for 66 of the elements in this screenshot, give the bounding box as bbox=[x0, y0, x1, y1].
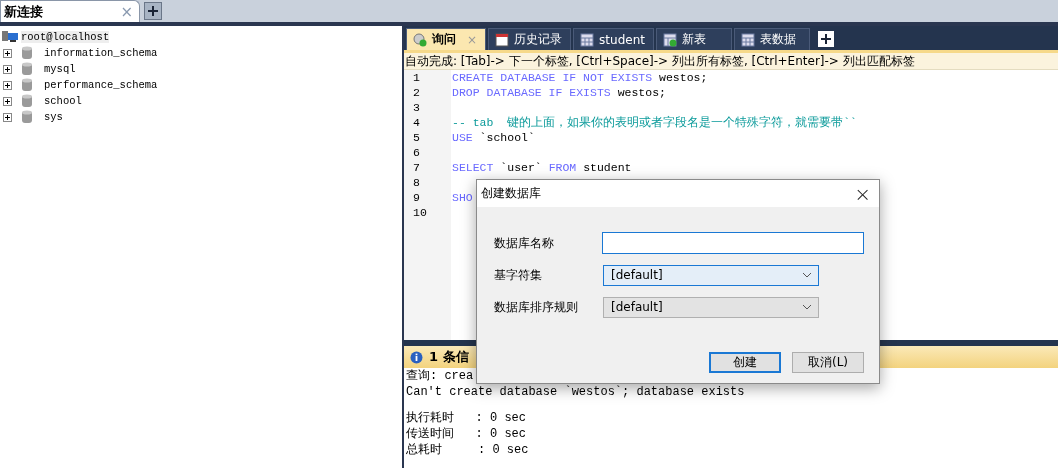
message-line: 查询: crea bbox=[406, 369, 474, 383]
database-icon bbox=[22, 110, 32, 124]
chevron-down-icon bbox=[802, 272, 812, 278]
info-icon bbox=[410, 350, 423, 364]
line-number: 7 bbox=[412, 160, 421, 175]
line-number: 4 bbox=[412, 115, 421, 130]
query-tab[interactable]: 询问 × bbox=[406, 28, 487, 50]
timing-line: 总耗时 : 0 sec bbox=[406, 443, 529, 457]
code-line: USE `school` bbox=[452, 130, 535, 145]
line-number: 10 bbox=[412, 205, 428, 220]
table-icon bbox=[740, 32, 755, 47]
query-icon bbox=[413, 32, 427, 47]
field-label: 基字符集 bbox=[494, 266, 543, 284]
expand-icon[interactable] bbox=[3, 48, 12, 58]
table-icon bbox=[580, 32, 595, 47]
database-name[interactable]: performance_schema bbox=[44, 79, 158, 91]
add-tab-icon[interactable] bbox=[817, 31, 834, 47]
database-icon bbox=[22, 62, 32, 76]
expand-icon[interactable] bbox=[3, 112, 12, 122]
line-number: 2 bbox=[412, 85, 421, 100]
timing-line: 传送时间 : 0 sec bbox=[406, 427, 526, 441]
connection-tab[interactable]: 新连接 × bbox=[0, 0, 140, 22]
code-line: SELECT `user` FROM student bbox=[452, 160, 632, 175]
message-line: Can't create database `westos`; database exists bbox=[406, 385, 745, 399]
query-tab[interactable]: 表数据 bbox=[733, 28, 810, 50]
database-name[interactable]: mysql bbox=[44, 63, 76, 75]
database-icon bbox=[22, 94, 32, 108]
add-tab-icon[interactable] bbox=[144, 2, 162, 20]
code-line: CREATE DATABASE IF NOT EXISTS westos; bbox=[452, 70, 708, 85]
line-number: 3 bbox=[412, 100, 421, 115]
line-number: 1 bbox=[412, 70, 421, 85]
database-name-field[interactable] bbox=[602, 232, 864, 254]
dropdown[interactable]: [default] bbox=[603, 264, 819, 286]
new-table-icon bbox=[662, 32, 677, 47]
field-label: 数据库排序规则 bbox=[494, 298, 579, 316]
dialog-button[interactable]: 取消(L) bbox=[792, 352, 864, 373]
dialog-button[interactable]: 创建 bbox=[709, 352, 781, 373]
server-icon bbox=[2, 30, 18, 44]
expand-icon[interactable] bbox=[3, 96, 12, 106]
code-line: -- tab 键的上面，如果你的表明或者字段名是一个特殊字符，就需要带`` bbox=[452, 115, 857, 130]
close-icon[interactable]: × bbox=[854, 181, 871, 206]
database-icon bbox=[22, 46, 32, 60]
code-line: DROP DATABASE IF EXISTS westos; bbox=[452, 85, 666, 100]
line-number: 6 bbox=[412, 145, 421, 160]
timing-line: 执行耗时 : 0 sec bbox=[406, 411, 526, 425]
database-name[interactable]: school bbox=[44, 95, 82, 107]
code-line: SHO bbox=[452, 190, 473, 205]
chevron-down-icon bbox=[802, 304, 812, 310]
query-tab[interactable]: student bbox=[573, 28, 654, 50]
line-number: 9 bbox=[412, 190, 421, 205]
database-name[interactable]: information_schema bbox=[44, 47, 158, 59]
autocomplete-hint: 自动完成: [Tab]-> 下一个标签, [Ctrl+Space]-> 列出所有标签, [Ctrl+Enter]-> 列出匹配标签 bbox=[404, 53, 1058, 70]
query-tab[interactable]: 历史记录 bbox=[488, 28, 572, 50]
calendar-icon bbox=[495, 32, 510, 47]
message-title: 1 条信 bbox=[429, 348, 469, 366]
dropdown[interactable]: [default] bbox=[603, 296, 819, 318]
query-tab[interactable]: 新表 bbox=[655, 28, 732, 50]
dialog-title: 创建数据库 bbox=[481, 185, 541, 202]
database-name[interactable]: sys bbox=[44, 111, 63, 123]
field-label: 数据库名称 bbox=[494, 234, 555, 252]
line-number: 8 bbox=[412, 175, 421, 190]
database-icon bbox=[22, 78, 32, 92]
connection-name[interactable]: root@localhost bbox=[21, 31, 110, 43]
line-number: 5 bbox=[412, 130, 421, 145]
expand-icon[interactable] bbox=[3, 80, 12, 90]
expand-icon[interactable] bbox=[3, 64, 12, 74]
